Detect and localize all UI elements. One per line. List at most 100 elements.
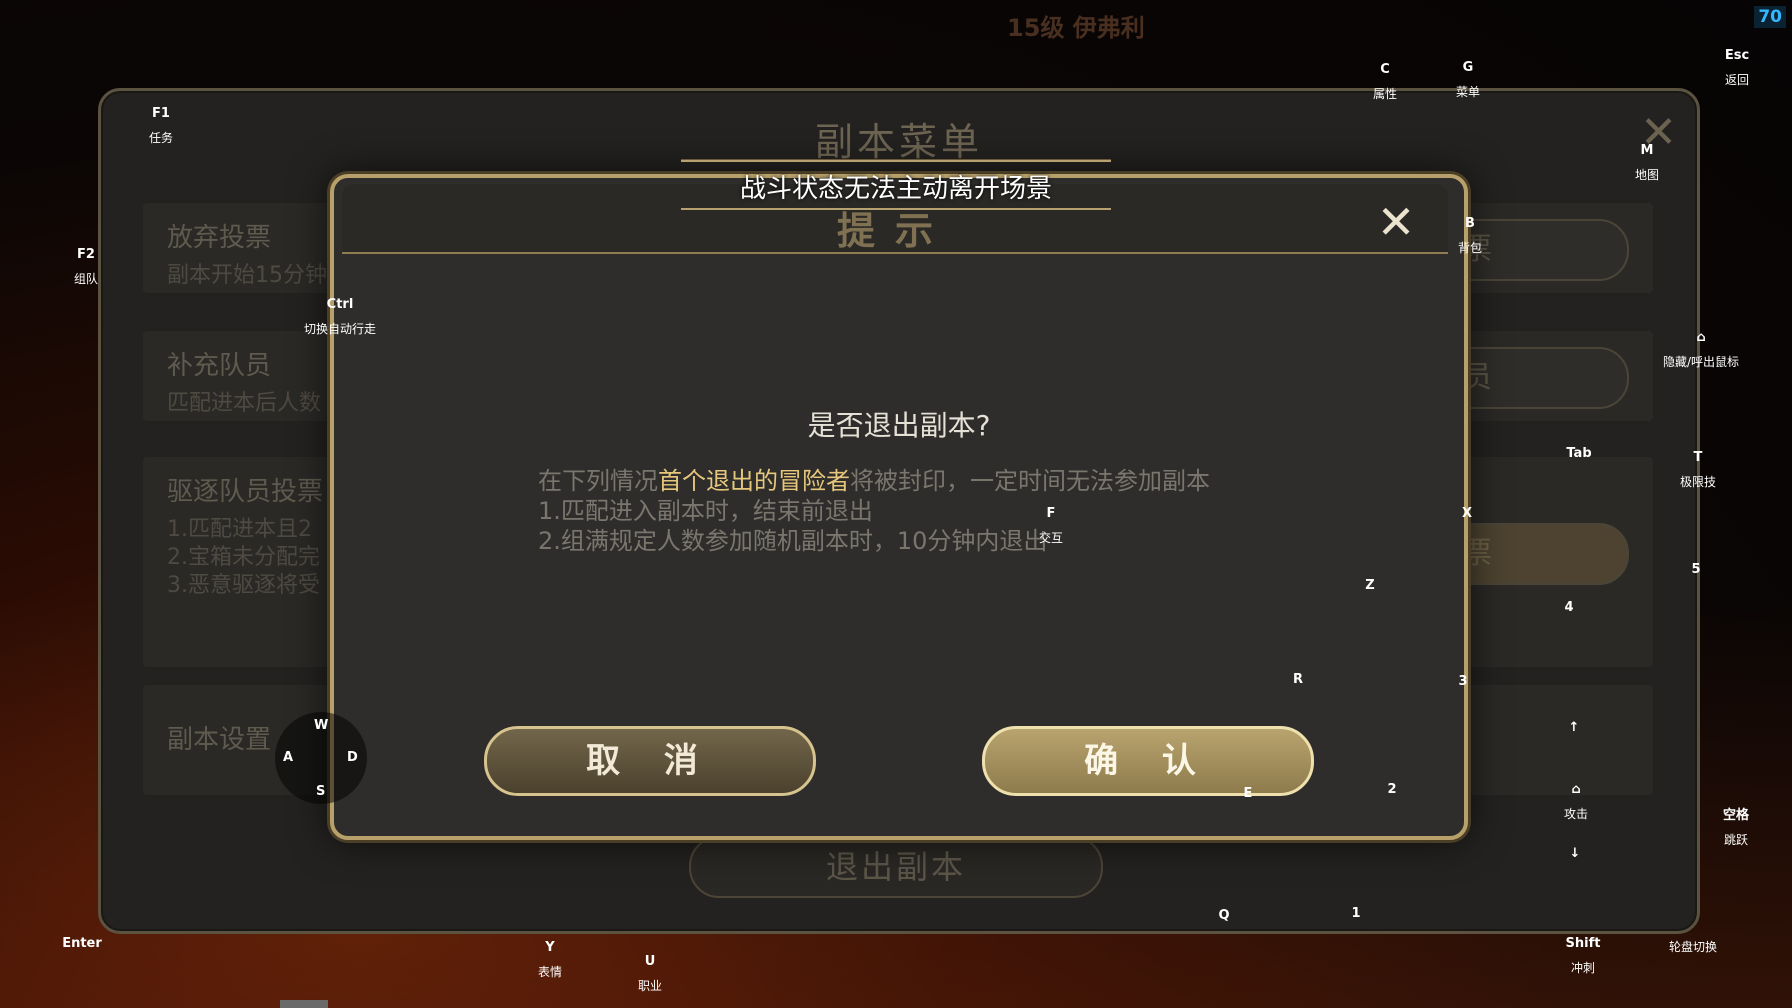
key-s: S bbox=[316, 784, 326, 799]
row-title: 驱逐队员投票 bbox=[167, 477, 324, 507]
hint-x[interactable]: X bbox=[1462, 506, 1472, 521]
hint-label: 背包 bbox=[1457, 241, 1483, 255]
hint-z[interactable]: Z bbox=[1365, 578, 1374, 593]
dialog-question: 是否退出副本? bbox=[807, 409, 991, 442]
key-label: F2 bbox=[77, 247, 95, 262]
key-label: 5 bbox=[1691, 562, 1701, 577]
fps-counter: 70 bbox=[1754, 6, 1786, 28]
key-w: W bbox=[314, 718, 329, 733]
hint-label: 隐藏/呼出鼠标 bbox=[1662, 355, 1740, 369]
key-label: R bbox=[1292, 672, 1304, 687]
key-label: 2 bbox=[1387, 782, 1397, 797]
movement-dpad[interactable]: W A S D bbox=[275, 712, 367, 804]
hint-shift[interactable]: Shift 冲刺 bbox=[1566, 936, 1601, 976]
row-subtitle: 匹配进本后人数 bbox=[167, 391, 322, 416]
hint-ctrl[interactable]: Ctrl 切换自动行走 bbox=[304, 297, 376, 337]
hint-f2[interactable]: F2 组队 bbox=[74, 247, 98, 287]
key-label: Enter bbox=[62, 936, 102, 951]
hint-y[interactable]: Y 表情 bbox=[538, 940, 562, 980]
arrow-up-icon: ↑ bbox=[1568, 720, 1580, 735]
hint-q[interactable]: Q bbox=[1218, 908, 1229, 923]
key-label: U bbox=[644, 954, 656, 969]
hint-g[interactable]: G 菜单 bbox=[1456, 60, 1480, 100]
mouse-icon: ⌂ bbox=[1571, 782, 1581, 797]
confirm-dialog: 提示 ✕ 是否退出副本? 在下列情况首个退出的冒险者将被封印，一定时间无法参加副… bbox=[330, 174, 1468, 840]
key-label: C bbox=[1380, 62, 1390, 77]
row-line: 3.恶意驱逐将受 bbox=[167, 573, 320, 598]
key-label: F1 bbox=[152, 106, 170, 121]
hint-label: 组队 bbox=[73, 272, 99, 286]
hint-c[interactable]: C 属性 bbox=[1373, 62, 1397, 102]
key-label: 3 bbox=[1458, 674, 1468, 689]
hint-wheel[interactable]: 轮盘切换 bbox=[1669, 930, 1717, 955]
body-line-0: 在下列情况首个退出的冒险者将被封印，一定时间无法参加副本 bbox=[538, 466, 1210, 496]
body-suffix: 将被封印，一定时间无法参加副本 bbox=[850, 467, 1210, 495]
row-title: 副本设置 bbox=[167, 725, 272, 755]
key-label: B bbox=[1465, 216, 1475, 231]
row-subtitle: 副本开始15分钟 bbox=[167, 263, 327, 288]
hint-attack[interactable]: ⌂ 攻击 bbox=[1564, 782, 1588, 822]
hint-b[interactable]: B 背包 bbox=[1458, 216, 1482, 256]
hint-3[interactable]: 3 bbox=[1458, 674, 1467, 689]
hint-up[interactable]: ↑ bbox=[1569, 720, 1580, 735]
cancel-button[interactable]: 取 消 bbox=[484, 726, 816, 796]
hint-t[interactable]: T 极限技 bbox=[1680, 450, 1716, 490]
body-highlight: 首个退出的冒险者 bbox=[658, 467, 850, 495]
hint-5[interactable]: 5 bbox=[1691, 562, 1700, 577]
key-label: Q bbox=[1218, 908, 1230, 923]
close-icon[interactable]: ✕ bbox=[1374, 199, 1418, 245]
hint-label: 任务 bbox=[148, 131, 174, 145]
key-label: T bbox=[1693, 450, 1703, 465]
hint-2[interactable]: 2 bbox=[1387, 782, 1396, 797]
mouse-icon: ⌂ bbox=[1696, 330, 1706, 345]
body-line-1: 1.匹配进入副本时，结束前退出 bbox=[538, 497, 873, 525]
hint-mouse-toggle[interactable]: ⌂ 隐藏/呼出鼠标 bbox=[1663, 330, 1739, 370]
hint-label: 职业 bbox=[637, 979, 663, 993]
hint-r[interactable]: R bbox=[1293, 672, 1303, 687]
hint-label: 极限技 bbox=[1679, 475, 1717, 489]
hint-label: 跳跃 bbox=[1723, 833, 1749, 847]
key-label: E bbox=[1243, 786, 1253, 801]
hint-esc[interactable]: Esc 返回 bbox=[1725, 48, 1749, 88]
body-prefix: 在下列情况 bbox=[538, 467, 658, 495]
scrollbar[interactable] bbox=[280, 1000, 328, 1008]
level-badge: 15级 伊弗利 bbox=[1007, 14, 1145, 42]
hint-e[interactable]: E bbox=[1244, 786, 1253, 801]
key-label: X bbox=[1461, 506, 1473, 521]
exit-dungeon-button[interactable]: 退出副本 bbox=[689, 836, 1103, 898]
row-title: 补充队员 bbox=[167, 351, 272, 381]
hint-u[interactable]: U 职业 bbox=[638, 954, 662, 994]
key-label: 4 bbox=[1564, 600, 1574, 615]
hint-f1[interactable]: F1 任务 bbox=[149, 106, 173, 146]
key-label: Tab bbox=[1566, 446, 1592, 461]
arrow-down-icon: ↓ bbox=[1569, 846, 1581, 861]
key-d: D bbox=[347, 750, 358, 765]
hint-label: 表情 bbox=[537, 965, 563, 979]
key-label: 空格 bbox=[1722, 808, 1750, 823]
key-label: F bbox=[1046, 506, 1056, 521]
dialog-body: 在下列情况首个退出的冒险者将被封印，一定时间无法参加副本 1.匹配进入副本时，结… bbox=[538, 466, 1210, 556]
confirm-button[interactable]: 确 认 bbox=[982, 726, 1314, 796]
hint-f[interactable]: F 交互 bbox=[1039, 506, 1063, 546]
hint-label: 菜单 bbox=[1455, 85, 1481, 99]
hint-label: 轮盘切换 bbox=[1668, 940, 1718, 954]
hint-enter[interactable]: Enter bbox=[62, 936, 102, 951]
key-label: Z bbox=[1365, 578, 1375, 593]
toast-line-bottom bbox=[681, 208, 1111, 210]
key-label: M bbox=[1640, 143, 1654, 158]
key-label: 1 bbox=[1351, 906, 1361, 921]
hint-space[interactable]: 空格 跳跃 bbox=[1723, 804, 1749, 848]
hint-label: 属性 bbox=[1372, 87, 1398, 101]
body-line-2: 2.组满规定人数参加随机副本时，10分钟内退出 bbox=[538, 527, 1048, 555]
key-label: Ctrl bbox=[326, 297, 354, 312]
hint-1[interactable]: 1 bbox=[1351, 906, 1360, 921]
hint-4[interactable]: 4 bbox=[1564, 600, 1573, 615]
toast-line-top bbox=[681, 160, 1111, 162]
hint-label: 返回 bbox=[1724, 73, 1750, 87]
key-a: A bbox=[283, 750, 294, 765]
hint-tab[interactable]: Tab bbox=[1566, 446, 1591, 461]
key-label: G bbox=[1462, 60, 1474, 75]
panel-title: 副本菜单 bbox=[814, 120, 983, 164]
hint-down[interactable]: ↓ bbox=[1570, 846, 1581, 861]
hint-label: 冲刺 bbox=[1570, 961, 1596, 975]
